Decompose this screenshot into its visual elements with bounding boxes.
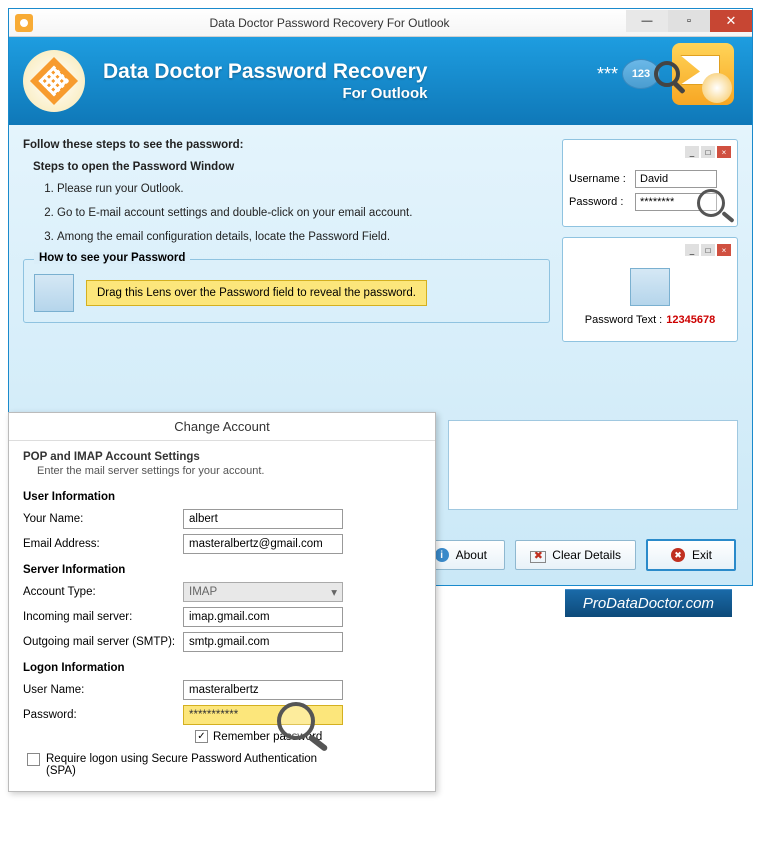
lens-overlay-icon[interactable] [277, 702, 315, 740]
step-item: Among the email configuration details, l… [57, 231, 550, 243]
mail-icon [672, 43, 734, 105]
demo-result-window: _ □ × Password Text : 12345678 [562, 237, 738, 342]
outgoing-server-field[interactable] [183, 632, 343, 652]
demo-password-field [635, 193, 717, 211]
exit-label: Exit [692, 548, 712, 562]
lens-tool[interactable] [34, 274, 74, 312]
your-name-label: Your Name: [23, 513, 183, 525]
magnifier-icon [654, 61, 680, 87]
logon-username-field[interactable] [183, 680, 343, 700]
titlebar: Data Doctor Password Recovery For Outloo… [9, 9, 752, 37]
banner: Data Doctor Password Recovery For Outloo… [9, 37, 752, 125]
outgoing-label: Outgoing mail server (SMTP): [23, 636, 183, 648]
logon-password-label: Password: [23, 709, 183, 721]
user-info-heading: User Information [23, 491, 421, 503]
server-info-heading: Server Information [23, 564, 421, 576]
demo2-close-icon: × [717, 244, 731, 256]
demo2-max-icon: □ [701, 244, 715, 256]
your-name-field[interactable] [183, 509, 343, 529]
clear-details-button[interactable]: Clear Details [515, 540, 636, 570]
close-button[interactable]: ✕ [710, 10, 752, 32]
footer-brand: ProDataDoctor.com [565, 589, 732, 617]
demo-close-icon: × [717, 146, 731, 158]
banner-art: *** 123 [597, 43, 734, 105]
exit-button[interactable]: Exit [646, 539, 736, 571]
app-icon [15, 14, 33, 32]
dialog-title: Change Account [9, 413, 435, 441]
instructions-subheading: Steps to open the Password Window [33, 161, 550, 173]
minimize-button[interactable]: — [626, 10, 668, 32]
incoming-label: Incoming mail server: [23, 611, 183, 623]
logon-password-field[interactable] [183, 705, 343, 725]
demo-username-field [635, 170, 717, 188]
info-icon [434, 547, 450, 563]
spa-label: Require logon using Secure Password Auth… [46, 753, 346, 777]
dialog-heading: POP and IMAP Account Settings [23, 451, 421, 463]
email-label: Email Address: [23, 538, 183, 550]
dialog-sub: Enter the mail server settings for your … [37, 465, 421, 477]
logo-icon [23, 50, 85, 112]
window-title: Data Doctor Password Recovery For Outloo… [33, 16, 626, 30]
instructions-panel: Follow these steps to see the password: … [23, 139, 550, 243]
change-account-dialog: Change Account POP and IMAP Account Sett… [8, 412, 436, 792]
demo-password-label: Password : [569, 196, 631, 208]
maximize-button[interactable]: ▫ [668, 10, 710, 32]
banner-subtitle: For Outlook [103, 85, 427, 102]
incoming-server-field[interactable] [183, 607, 343, 627]
window-controls: — ▫ ✕ [626, 14, 752, 32]
howto-title: How to see your Password [34, 252, 190, 264]
demo-username-label: Username : [569, 173, 631, 185]
banner-title: Data Doctor Password Recovery [103, 60, 427, 84]
spa-checkbox[interactable] [27, 753, 40, 766]
demo-min-icon: _ [685, 146, 699, 158]
demo-result-value: 12345678 [666, 314, 715, 326]
logon-info-heading: Logon Information [23, 662, 421, 674]
demo-result-label: Password Text : [585, 314, 662, 326]
chevron-down-icon: ▾ [331, 585, 337, 599]
about-label: About [456, 548, 487, 562]
clear-icon [530, 547, 546, 563]
remember-checkbox[interactable]: ✓ [195, 730, 208, 743]
demo-max-icon: □ [701, 146, 715, 158]
demo-lens-icon [630, 268, 670, 306]
logon-username-label: User Name: [23, 684, 183, 696]
lens-instruction: Drag this Lens over the Password field t… [86, 280, 427, 306]
stars-icon: *** [597, 64, 618, 85]
instructions-heading: Follow these steps to see the password: [23, 139, 550, 151]
account-type-select[interactable]: IMAP ▾ [183, 582, 343, 602]
email-field[interactable] [183, 534, 343, 554]
demo2-min-icon: _ [685, 244, 699, 256]
clear-label: Clear Details [552, 548, 621, 562]
step-item: Go to E-mail account settings and double… [57, 207, 550, 219]
exit-icon [670, 547, 686, 563]
howto-groupbox: How to see your Password Drag this Lens … [23, 259, 550, 323]
step-item: Please run your Outlook. [57, 183, 550, 195]
demo-login-window: _ □ × Username : Password : [562, 139, 738, 227]
account-type-value: IMAP [189, 586, 217, 598]
account-type-label: Account Type: [23, 586, 183, 598]
result-listbox[interactable] [448, 420, 738, 510]
